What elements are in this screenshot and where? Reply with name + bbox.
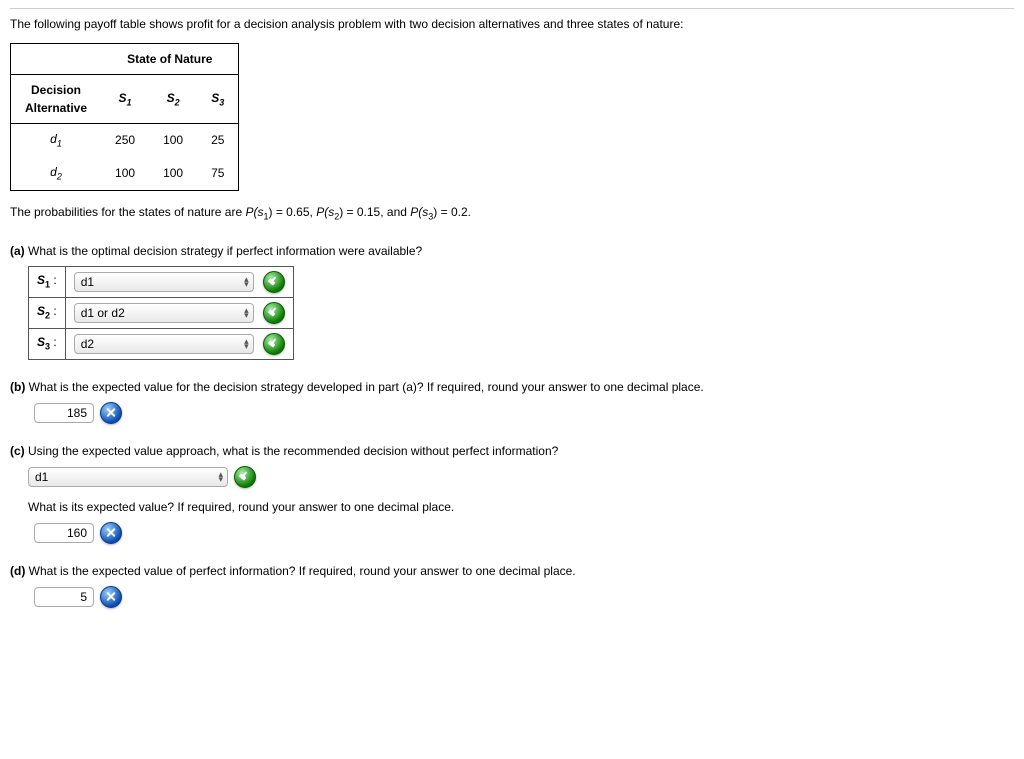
row-d1-label: d1 [11,124,102,157]
row-d2-label: d2 [11,157,102,190]
question-d-text: What is the expected value of perfect in… [25,564,575,578]
c-answer-input[interactable] [34,523,94,543]
table-row: d1 250 100 25 [11,124,239,157]
col-s3: S3 [197,75,239,124]
cell: 250 [101,124,149,157]
question-c-label: (c) [10,444,25,458]
b-answer-input[interactable] [34,403,94,423]
cell: 100 [149,157,197,190]
strategy-row-s3: S3 : d2 ▴▾ [29,328,294,359]
cross-icon [100,586,122,608]
question-a-label: (a) [10,244,25,258]
question-d-label: (d) [10,564,25,578]
col-s1: S1 [101,75,149,124]
question-c: (c) Using the expected value approach, w… [10,442,1014,544]
checkmark-icon [263,271,285,293]
cell: 75 [197,157,239,190]
top-divider [10,8,1014,9]
s2-dropdown[interactable]: d1 or d2 [74,303,254,323]
payoff-table: State of Nature Decision Alternative S1 … [10,43,239,191]
d-answer-input[interactable] [34,587,94,607]
decision-alternative-header: Decision Alternative [11,75,102,124]
cell: 25 [197,124,239,157]
checkmark-icon [263,333,285,355]
question-c-subtext: What is its expected value? If required,… [28,498,1014,516]
cross-icon [100,402,122,424]
s3-dropdown[interactable]: d2 [74,334,254,354]
probability-text: The probabilities for the states of natu… [10,203,1014,224]
strategy-row-s1: S1 : d1 ▴▾ [29,266,294,297]
strategy-table: S1 : d1 ▴▾ S2 : d1 or d2 ▴▾ [28,266,294,360]
question-b-label: (b) [10,380,25,394]
question-d: (d) What is the expected value of perfec… [10,562,1014,608]
s1-dropdown[interactable]: d1 [74,272,254,292]
col-s2: S2 [149,75,197,124]
cross-icon [100,522,122,544]
question-b: (b) What is the expected value for the d… [10,378,1014,424]
checkmark-icon [234,466,256,488]
c-recommended-dropdown[interactable]: d1 [28,467,228,487]
question-c-text: Using the expected value approach, what … [25,444,559,458]
intro-text: The following payoff table shows profit … [10,15,1014,33]
table-row: d2 100 100 75 [11,157,239,190]
cell: 100 [149,124,197,157]
question-b-text: What is the expected value for the decis… [25,380,703,394]
cell: 100 [101,157,149,190]
state-of-nature-header: State of Nature [101,44,239,75]
checkmark-icon [263,302,285,324]
question-a: (a) What is the optimal decision strateg… [10,242,1014,360]
question-a-text: What is the optimal decision strategy if… [25,244,423,258]
strategy-row-s2: S2 : d1 or d2 ▴▾ [29,297,294,328]
